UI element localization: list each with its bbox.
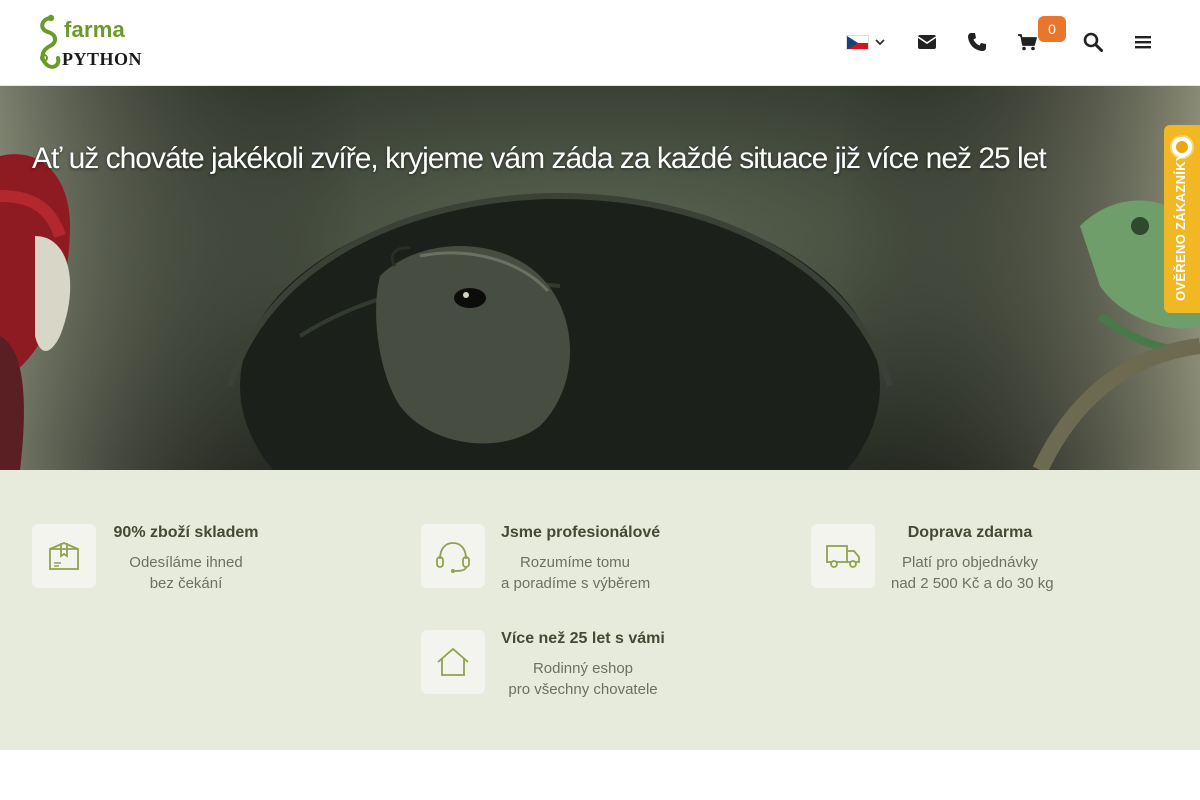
verified-badge-label: OVĚŘENO ZÁKAZNÍKY: [1173, 152, 1188, 301]
search-icon[interactable]: [1081, 30, 1105, 54]
benefit-line-2: pro všechny chovatele: [508, 681, 658, 698]
box-icon: [32, 524, 96, 588]
benefit-title: Doprava zdarma: [907, 524, 1033, 541]
hero-banner: Ať už chováte jakékoli zvíře, kryjeme vá…: [0, 86, 1200, 470]
benefit-title: 90% zboží skladem: [113, 524, 259, 541]
cart-count-badge[interactable]: 0: [1038, 16, 1066, 42]
hero-title: Ať už chováte jakékoli zvíře, kryjeme vá…: [32, 142, 1047, 175]
benefit-title: Jsme profesionálové: [501, 524, 661, 541]
logo-farma-text: farma: [64, 17, 125, 42]
benefit-title: Více než 25 let s vámi: [501, 630, 665, 647]
house-icon: [421, 630, 485, 694]
benefit-line-2: bez čekání: [149, 575, 223, 592]
benefit-line-1: Rodinný eshop: [532, 660, 634, 677]
language-selector[interactable]: [846, 35, 890, 51]
menu-icon[interactable]: [1131, 30, 1155, 54]
benefit-line-1: Odesíláme ihned: [129, 554, 243, 571]
logo[interactable]: farma PYTHON: [36, 14, 143, 74]
phone-icon[interactable]: [965, 30, 989, 54]
logo-python-text: PYTHON: [62, 49, 143, 69]
benefit-line-2: nad 2 500 Kč a do 30 kg: [891, 575, 1054, 592]
verified-by-customers-badge[interactable]: OVĚŘENO ZÁKAZNÍKY: [1164, 125, 1200, 313]
benefit-line-2: a poradíme s výběrem: [501, 575, 651, 592]
site-header: farma PYTHON 0: [0, 0, 1200, 86]
benefit-stock: 90% zboží skladem Odesíláme ihned bez če…: [32, 524, 332, 614]
benefits-section: 90% zboží skladem Odesíláme ihned bez če…: [0, 470, 1200, 750]
czech-flag-icon: [846, 35, 869, 50]
truck-icon: [811, 524, 875, 588]
benefit-free-shipping: Doprava zdarma Platí pro objednávky nad …: [811, 524, 1111, 614]
benefit-25-years: Více než 25 let s vámi Rodinný eshop pro…: [421, 630, 721, 720]
benefit-line-1: Rozumíme tomu: [519, 554, 631, 571]
envelope-icon[interactable]: [915, 30, 939, 54]
chevron-down-icon: [875, 39, 885, 46]
benefit-professionals: Jsme profesionálové Rozumíme tomu a pora…: [421, 524, 721, 614]
cart-icon[interactable]: [1015, 30, 1039, 54]
headset-icon: [421, 524, 485, 588]
benefit-line-1: Platí pro objednávky: [902, 554, 1038, 571]
page-bottom-area: [0, 750, 1200, 800]
